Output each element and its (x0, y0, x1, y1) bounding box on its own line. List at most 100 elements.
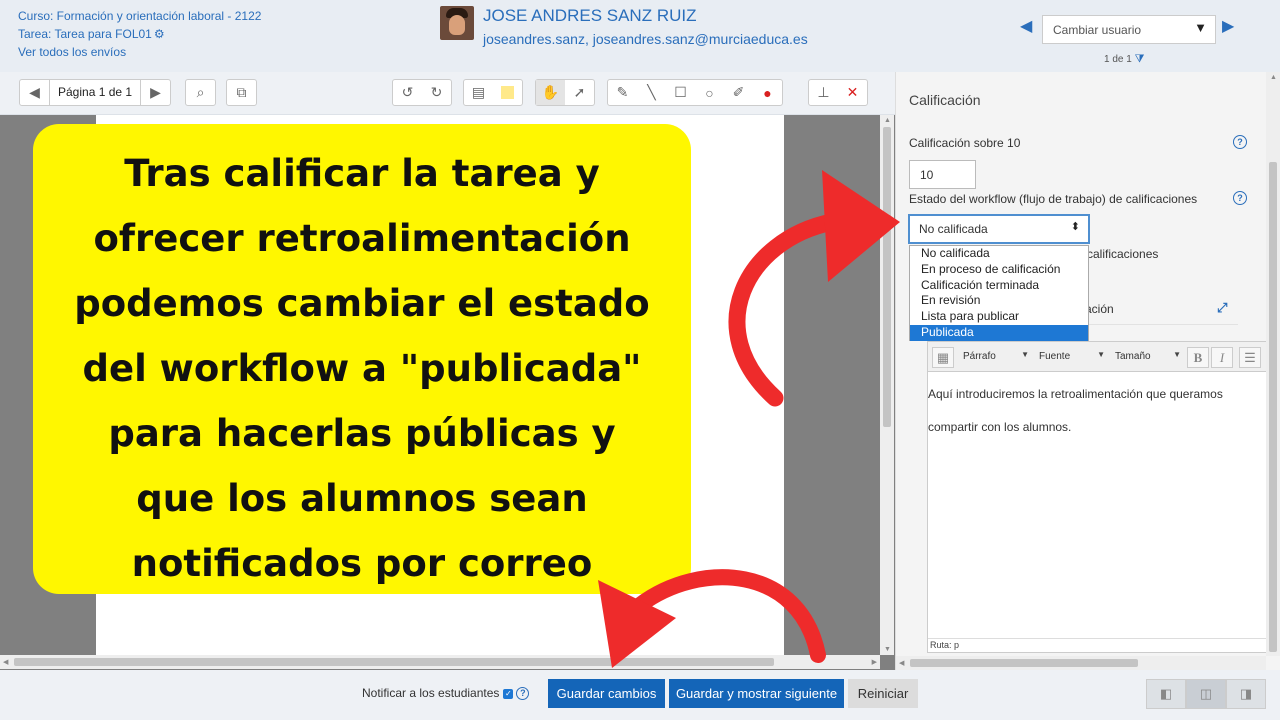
pdf-toolbar: ◀ Página 1 de 1 ▶ ⌕ ⧉ ↺ ↻ ▤ ✋ ➚ ✎ ╲ ☐ ○ … (0, 72, 895, 115)
scroll-up-icon[interactable]: ▲ (884, 117, 891, 124)
chevron-down-icon: ▼ (1097, 350, 1105, 359)
line-tool-icon[interactable]: ╲ (637, 80, 666, 105)
annotation-line: Tras calificar la tarea y (124, 152, 600, 195)
toolbar-toggle-icon[interactable]: ▦ (932, 347, 954, 368)
comment-group: ▤ (463, 79, 523, 106)
workflow-state-select[interactable]: No calificada ⬍ (908, 214, 1090, 244)
comment-color-icon[interactable] (493, 80, 522, 105)
help-icon[interactable]: ? (1233, 191, 1247, 205)
expand-comments-button[interactable]: ⧉ (226, 79, 257, 106)
editor-line: compartir con los alumnos. (928, 420, 1072, 434)
layout-left-icon[interactable]: ◧ (1146, 679, 1186, 709)
document-horizontal-scrollbar[interactable]: ◀ ▶ (0, 655, 880, 669)
chevron-down-icon: ▼ (1194, 20, 1207, 35)
partially-hidden-label: ación (1085, 302, 1114, 316)
layout-right-icon[interactable]: ◨ (1226, 679, 1266, 709)
scroll-left-icon[interactable]: ◀ (3, 658, 8, 666)
user-name[interactable]: JOSE ANDRES SANZ RUIZ (483, 6, 696, 26)
workflow-option[interactable]: No calificada (910, 246, 1088, 262)
view-all-submissions-link[interactable]: Ver todos los envíos (18, 43, 261, 61)
rotate-left-icon[interactable]: ↺ (393, 80, 422, 105)
select-group: ✋ ➚ (535, 79, 595, 106)
footer: Notificar a los estudiantes ✓? Guardar ca… (0, 670, 1280, 720)
task-link[interactable]: Tarea: Tarea para FOL01 ⚙ (18, 25, 261, 43)
workflow-option[interactable]: Calificación terminada (910, 278, 1088, 294)
workflow-option[interactable]: En revisión (910, 293, 1088, 309)
delete-icon[interactable]: ✕ (838, 80, 867, 105)
search-comments-icon: ⌕ (196, 84, 205, 100)
save-and-next-button[interactable]: Guardar y mostrar siguiente (669, 679, 844, 708)
help-icon[interactable]: ? (1233, 135, 1247, 149)
bullet-list-icon[interactable]: ☰ (1239, 347, 1261, 368)
editor-line: Aquí introduciremos la retroalimentación… (928, 387, 1223, 401)
change-user-select[interactable]: Cambiar usuario ▼ (1042, 15, 1216, 44)
workflow-selected-value: No calificada (919, 222, 988, 236)
notify-checkbox[interactable]: ✓ (503, 688, 514, 699)
pen-tool-icon[interactable]: ✎ (608, 80, 637, 105)
page-label[interactable]: Página 1 de 1 (49, 80, 142, 105)
rectangle-tool-icon[interactable]: ☐ (666, 80, 695, 105)
format-label: Párrafo (963, 351, 996, 362)
pointer-tool-icon[interactable]: ➚ (565, 80, 594, 105)
italic-button[interactable]: I (1211, 347, 1233, 368)
scroll-right-icon[interactable]: ▶ (872, 658, 877, 666)
scroll-left-icon[interactable]: ◀ (899, 659, 904, 667)
chevron-down-icon: ▼ (1021, 350, 1029, 359)
editor-content[interactable]: Aquí introduciremos la retroalimentación… (928, 378, 1270, 444)
next-user-icon[interactable]: ▶ (1222, 16, 1234, 36)
document-vertical-scrollbar[interactable]: ▲ ▼ (880, 115, 894, 655)
grade-label: Calificación sobre 10 (909, 136, 1021, 150)
annotation-line: que los alumnos sean (136, 477, 588, 520)
save-button[interactable]: Guardar cambios (548, 679, 665, 708)
notify-label: Notificar a los estudiantes (362, 686, 500, 700)
filter-icon[interactable]: ⧩ (1135, 53, 1145, 65)
annotation-tools: ✎ ╲ ☐ ○ ✐ ● (607, 79, 783, 106)
rotate-right-icon[interactable]: ↻ (422, 80, 451, 105)
gear-icon[interactable]: ⚙ (154, 27, 165, 41)
course-link[interactable]: Curso: Formación y orientación laboral -… (18, 7, 261, 25)
notify-students: Notificar a los estudiantes ✓? (362, 686, 530, 701)
workflow-option[interactable]: En proceso de calificación (910, 262, 1088, 278)
workflow-option-selected[interactable]: Publicada (910, 324, 1088, 341)
header: Curso: Formación y orientación laboral -… (0, 0, 1280, 72)
change-user-label: Cambiar usuario (1053, 23, 1142, 37)
stamp-icon[interactable]: ⊥ (809, 80, 838, 105)
font-label: Fuente (1039, 351, 1071, 362)
previous-page-icon[interactable]: ◀ (20, 80, 49, 105)
panel-horizontal-scrollbar[interactable]: ◀ (896, 656, 1266, 670)
annotation-line: del workflow a "publicada" (82, 347, 642, 390)
annotation-line: para hacerlas públicas y (108, 412, 616, 455)
workflow-option[interactable]: Lista para publicar (910, 309, 1088, 325)
grade-input[interactable]: 10 (909, 160, 976, 189)
search-comments-button[interactable]: ⌕ (185, 79, 216, 106)
feedback-editor[interactable]: ▦ Párrafo ▼ Fuente ▼ Tamaño ▼ B I ☰ Aquí in… (927, 341, 1271, 653)
scroll-up-icon[interactable]: ▲ (1270, 74, 1277, 81)
highlight-tool-icon[interactable]: ✐ (724, 80, 753, 105)
hand-tool-icon[interactable]: ✋ (536, 80, 565, 105)
editor-path: Ruta: p (928, 638, 1270, 652)
expand-icon[interactable]: ⤢ (1217, 300, 1227, 316)
size-select[interactable]: Tamaño ▼ (1112, 347, 1184, 368)
updown-caret-icon: ⬍ (1070, 221, 1080, 233)
user-email: joseandres.sanz, joseandres.sanz@murciae… (483, 31, 808, 47)
help-icon[interactable]: ? (516, 687, 530, 701)
color-drop-icon[interactable]: ● (753, 80, 782, 105)
panel-vertical-scrollbar[interactable]: ▲ (1266, 72, 1280, 656)
bold-button[interactable]: B (1187, 347, 1209, 368)
scroll-down-icon[interactable]: ▼ (884, 646, 891, 653)
font-select[interactable]: Fuente ▼ (1036, 347, 1108, 368)
layout-split-icon[interactable]: ◫ (1186, 679, 1226, 709)
next-page-icon[interactable]: ▶ (141, 80, 170, 105)
annotation-line: ofrecer retroalimentación (93, 217, 631, 260)
grading-panel: Calificación Calificación sobre 10 ? 10 … (895, 72, 1280, 670)
reset-button[interactable]: Reiniciar (848, 679, 918, 708)
size-label: Tamaño (1115, 351, 1151, 362)
avatar (440, 6, 474, 40)
oval-tool-icon[interactable]: ○ (695, 80, 724, 105)
comment-icon[interactable]: ▤ (464, 80, 493, 105)
previous-user-icon[interactable]: ◀ (1020, 16, 1032, 36)
user-count-label: 1 de 1 (1104, 54, 1132, 65)
format-select[interactable]: Párrafo ▼ (960, 347, 1032, 368)
partially-hidden-label: calificaciones (1087, 247, 1159, 261)
annotation-line: podemos cambiar el estado (74, 282, 650, 325)
